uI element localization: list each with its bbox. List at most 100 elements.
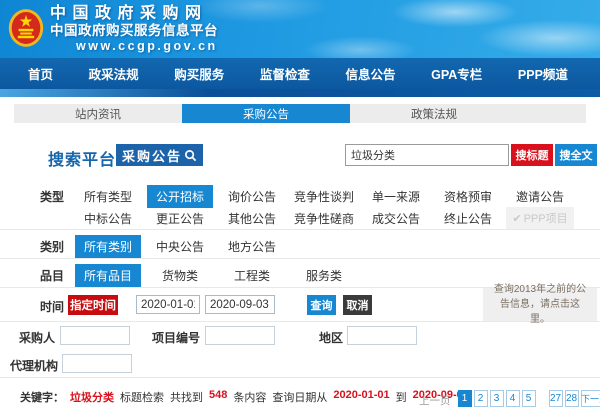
result-count: 548 [209, 389, 227, 405]
type-option-inquiry[interactable]: 询价公告 [216, 188, 288, 205]
category-option-local[interactable]: 地方公告 [216, 235, 288, 255]
item-option-all-active[interactable]: 所有品目 [72, 264, 144, 287]
pre-2013-notice-link[interactable]: 查询2013年之前的公告信息，请点击这里。 [483, 288, 597, 321]
magnifier-icon [184, 149, 197, 162]
type-options-line2: 中标公告 更正公告 其他公告 竞争性磋商 成交公告 终止公告 ✔PPP项目 [72, 207, 600, 229]
category-option-all-active[interactable]: 所有类别 [72, 235, 144, 258]
nav-item-supervision[interactable]: 监督检查 [260, 64, 310, 83]
page-gap [538, 390, 549, 408]
site-title: 中国政府采购网 [50, 5, 218, 23]
subnav-tab-bar: 站内资讯 采购公告 政策法规 [14, 104, 586, 123]
nav-gradient-divider [0, 89, 600, 97]
category-label: 类别 [40, 235, 72, 255]
nav-item-regulations[interactable]: 政采法规 [89, 64, 139, 83]
keyword-search-input[interactable] [345, 144, 509, 166]
date-to-input[interactable] [205, 295, 275, 314]
filter-row-time: 时间 指定时间 查询 取消 查询2013年之前的公告信息，请点击这里。 [0, 288, 600, 322]
nav-item-purchase-services[interactable]: 购买服务 [174, 64, 224, 83]
site-url: www.ccgp.gov.cn [76, 39, 218, 53]
page-3[interactable]: 3 [490, 390, 504, 407]
filter-row-agency: 代理机构 [0, 348, 600, 378]
type-option-correction[interactable]: 更正公告 [144, 210, 216, 227]
nav-item-announcements[interactable]: 信息公告 [346, 64, 396, 83]
date-range-prefix: 查询日期从 [272, 389, 327, 405]
results-summary: 关键字： 垃圾分类 标题检索 共找到 548 条内容 查询日期从 2020-01… [20, 389, 469, 405]
category-badge-button[interactable]: 采购公告 [116, 144, 203, 166]
site-subtitle: 中国政府购买服务信息平台 [50, 23, 218, 38]
page-27[interactable]: 27 [549, 390, 563, 407]
search-row: 搜索平台 采购公告 搜标题 搜全文 [0, 144, 600, 168]
search-mode: 标题检索 [120, 389, 164, 405]
date-range-from: 2020-01-01 [333, 389, 389, 405]
filter-row-category: 类别 所有类别 中央公告 地方公告 [0, 230, 600, 259]
category-option-central[interactable]: 中央公告 [144, 235, 216, 255]
specified-time-button[interactable]: 指定时间 [68, 295, 118, 315]
keyword-value: 垃圾分类 [70, 389, 114, 405]
type-option-other[interactable]: 其他公告 [216, 210, 288, 227]
category-badge-label: 采购公告 [122, 146, 182, 165]
type-option-deal[interactable]: 成交公告 [360, 210, 432, 227]
query-button[interactable]: 查询 [307, 295, 336, 315]
search-platform-title: 搜索平台 [48, 146, 116, 170]
ppp-project-checkbox[interactable]: ✔PPP项目 [506, 207, 573, 229]
region-input[interactable] [347, 326, 417, 345]
site-titles: 中国政府采购网 中国政府购买服务信息平台 www.ccgp.gov.cn [50, 5, 218, 52]
type-label: 类型 [40, 185, 72, 229]
found-prefix: 共找到 [170, 389, 203, 405]
page-2[interactable]: 2 [474, 390, 488, 407]
tab-procurement-announcements[interactable]: 采购公告 [182, 104, 350, 123]
item-option-goods[interactable]: 货物类 [144, 264, 216, 284]
found-suffix: 条内容 [233, 389, 266, 405]
date-from-input[interactable] [136, 295, 200, 314]
tab-policy-regulations[interactable]: 政策法规 [350, 104, 518, 123]
cancel-button[interactable]: 取消 [343, 295, 372, 315]
type-option-award[interactable]: 中标公告 [72, 210, 144, 227]
type-options: 所有类型 公开招标 询价公告 竞争性谈判 单一来源 资格预审 邀请公告 中标公告… [72, 185, 600, 229]
item-option-services[interactable]: 服务类 [288, 264, 360, 284]
type-option-open-tender-active[interactable]: 公开招标 [144, 185, 216, 208]
next-page-button[interactable]: 下一页 [581, 390, 600, 407]
page-28[interactable]: 28 [565, 390, 579, 407]
tab-site-news[interactable]: 站内资讯 [14, 104, 182, 123]
type-option-prequalification[interactable]: 资格预审 [432, 188, 504, 205]
nav-item-ppp[interactable]: PPP频道 [518, 64, 568, 83]
time-label: 时间 [40, 298, 64, 315]
check-icon: ✔ [512, 213, 521, 225]
type-option-ppp-cell: ✔PPP项目 [504, 207, 576, 229]
results-bar: 关键字： 垃圾分类 标题检索 共找到 548 条内容 查询日期从 2020-01… [0, 380, 600, 408]
purchaser-input[interactable] [60, 326, 130, 345]
china-national-emblem-icon [8, 8, 44, 53]
page-5[interactable]: 5 [522, 390, 536, 407]
type-option-invitation[interactable]: 邀请公告 [504, 188, 576, 205]
keyword-caption: 关键字： [20, 389, 64, 405]
type-option-single-source[interactable]: 单一来源 [360, 188, 432, 205]
filter-row-type: 类型 所有类型 公开招标 询价公告 竞争性谈判 单一来源 资格预审 邀请公告 中… [0, 179, 600, 230]
type-options-line1: 所有类型 公开招标 询价公告 竞争性谈判 单一来源 资格预审 邀请公告 [72, 185, 600, 207]
page-4[interactable]: 4 [506, 390, 520, 407]
site-header-banner: 中国政府采购网 中国政府购买服务信息平台 www.ccgp.gov.cn [0, 0, 600, 58]
type-option-all[interactable]: 所有类型 [72, 188, 144, 205]
purchaser-label: 采购人 [0, 329, 55, 346]
region-label: 地区 [280, 329, 343, 346]
main-nav: 首页 政采法规 购买服务 监督检查 信息公告 GPA专栏 PPP频道 [0, 58, 600, 89]
nav-item-home[interactable]: 首页 [28, 64, 53, 83]
project-number-input[interactable] [205, 326, 275, 345]
type-option-competitive-consultation[interactable]: 竞争性磋商 [288, 210, 360, 227]
item-option-engineering[interactable]: 工程类 [216, 264, 288, 284]
agency-input[interactable] [62, 354, 132, 373]
search-fulltext-button[interactable]: 搜全文 [555, 144, 597, 166]
agency-label: 代理机构 [0, 357, 58, 374]
type-option-termination[interactable]: 终止公告 [432, 210, 504, 227]
pagination: 上一页 1 2 3 4 5 27 28 下一页 [419, 390, 600, 408]
page-1-current[interactable]: 1 [458, 390, 472, 407]
type-option-competitive-negotiation[interactable]: 竞争性谈判 [288, 188, 360, 205]
item-label: 品目 [40, 264, 72, 284]
date-range-conj: 到 [396, 389, 407, 405]
nav-item-gpa[interactable]: GPA专栏 [431, 64, 482, 83]
ccgp-procurement-search-page: 中国政府采购网 中国政府购买服务信息平台 www.ccgp.gov.cn 首页 … [0, 0, 600, 408]
search-title-button[interactable]: 搜标题 [511, 144, 553, 166]
prev-page-link[interactable]: 上一页 [419, 390, 451, 408]
filter-row-purchaser: 采购人 项目编号 地区 [0, 322, 600, 348]
ppp-project-label: PPP项目 [524, 213, 568, 225]
filter-panel: 类型 所有类型 公开招标 询价公告 竞争性谈判 单一来源 资格预审 邀请公告 中… [0, 179, 600, 378]
